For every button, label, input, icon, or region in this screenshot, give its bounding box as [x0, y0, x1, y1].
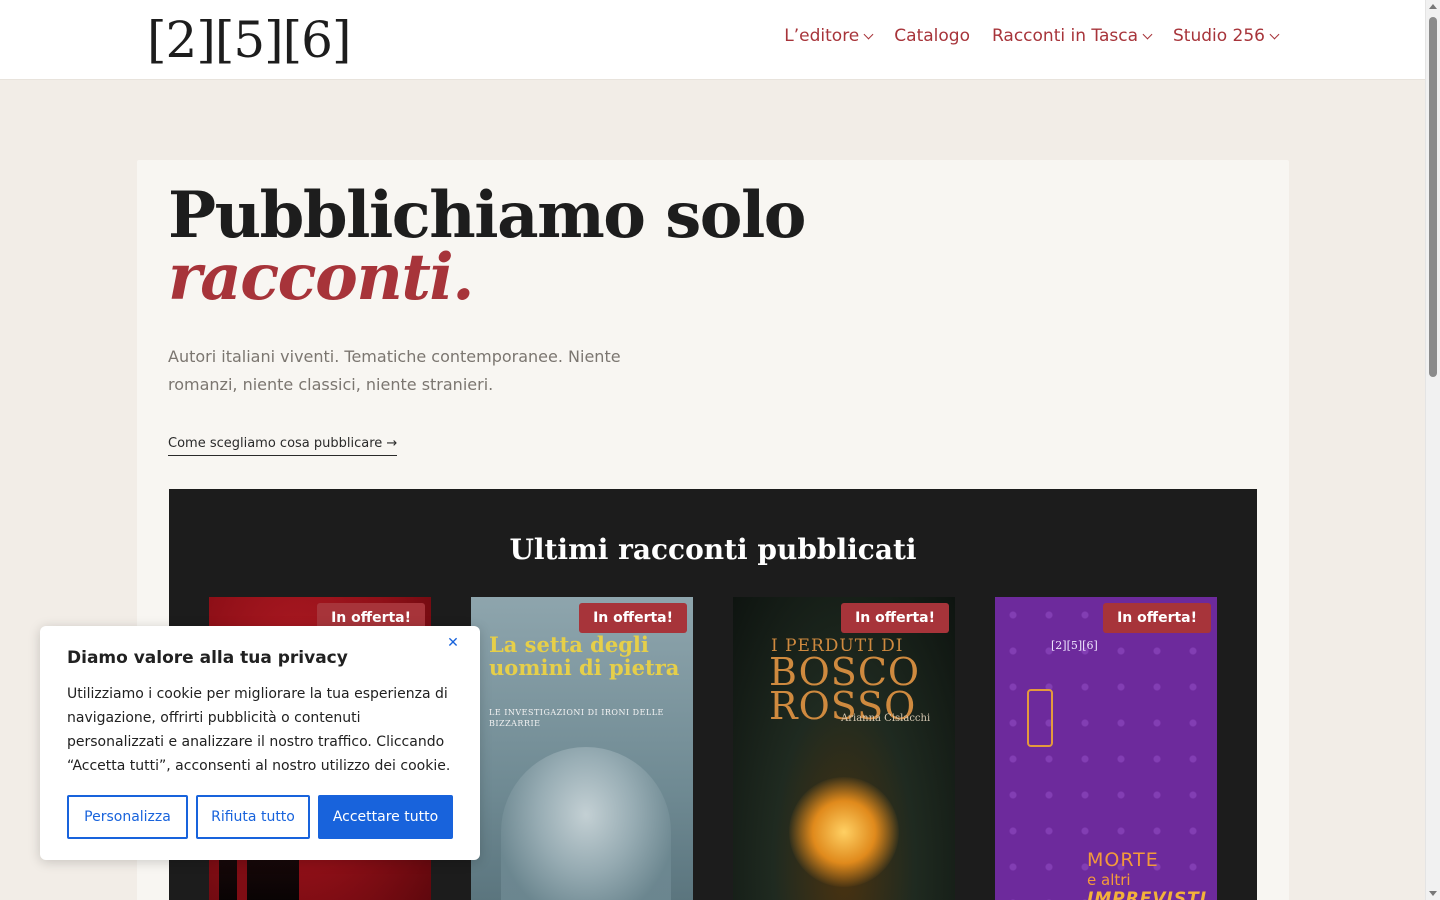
nav-item-label: Racconti in Tasca: [991, 26, 1138, 46]
sale-badge: In offerta!: [841, 603, 949, 633]
accept-all-button[interactable]: Accettare tutto: [318, 795, 453, 839]
how-we-choose-link[interactable]: Come scegliamo cosa pubblicare →: [168, 436, 398, 456]
hero-subtitle: Autori italiani viventi. Tematiche conte…: [168, 347, 621, 394]
nav-item-label: Studio 256: [1173, 26, 1265, 46]
scrollbar-thumb[interactable]: [1429, 17, 1437, 377]
scroll-up-arrow-icon[interactable]: [1429, 4, 1437, 9]
cover-title: IMPREVISTI: [1087, 889, 1208, 900]
site-logo[interactable]: [2][5][6]: [147, 10, 351, 70]
chevron-down-icon: [1269, 29, 1280, 40]
chevron-down-icon: [863, 29, 874, 40]
nav-item-editore[interactable]: L’editore: [784, 26, 874, 46]
book-card[interactable]: [2][5][6] MORTE e altri IMPREVISTI In of…: [995, 597, 1217, 900]
book-card[interactable]: La setta degli uomini di pietra LE INVES…: [471, 597, 693, 900]
latest-stories-title: Ultimi racconti pubblicati: [509, 533, 917, 566]
sale-badge: In offerta!: [1103, 603, 1211, 633]
hourglass-icon: [1027, 689, 1053, 747]
cover-figure-tie: [237, 859, 247, 900]
nav-item-racconti-in-tasca[interactable]: Racconti in Tasca: [991, 26, 1153, 46]
page-scrollbar[interactable]: [1425, 0, 1440, 900]
nav-item-catalogo[interactable]: Catalogo: [894, 26, 970, 46]
nav-item-label: Catalogo: [894, 26, 970, 46]
cover-subtitle: LE INVESTIGAZIONI DI IRONI DELLE BIZZARR…: [489, 708, 664, 728]
nav-item-studio-256[interactable]: Studio 256: [1173, 26, 1280, 46]
cover-illustration: [501, 747, 671, 900]
main-nav: L’editore Catalogo Racconti in Tasca Stu…: [784, 26, 1280, 46]
cover-illustration: [789, 777, 899, 887]
site-header: [2][5][6] L’editore Catalogo Racconti in…: [0, 0, 1425, 80]
reject-all-button[interactable]: Rifiuta tutto: [196, 795, 310, 839]
customize-button[interactable]: Personalizza: [67, 795, 188, 839]
cookie-consent-dialog: Diamo valore alla tua privacy ✕ Utilizzi…: [40, 626, 480, 860]
sale-badge: In offerta!: [579, 603, 687, 633]
hero-title-accent: racconti.: [168, 240, 474, 315]
cover-author: Arianna Cislacchi: [841, 713, 931, 724]
cookie-title: Diamo valore alla tua privacy: [67, 648, 348, 668]
scroll-down-arrow-icon[interactable]: [1429, 891, 1437, 896]
close-icon[interactable]: ✕: [445, 635, 461, 651]
cover-title: e altri: [1087, 871, 1131, 889]
chevron-down-icon: [1142, 29, 1153, 40]
cookie-text: Utilizziamo i cookie per migliorare la t…: [67, 686, 451, 774]
nav-item-label: L’editore: [784, 26, 860, 46]
cover-title: La setta degli uomini di pietra: [489, 632, 680, 680]
hero-title: Pubblichiamo solo racconti.: [168, 184, 806, 315]
book-card[interactable]: I PERDUTI DI BOSCO ROSSO Arianna Cislacc…: [733, 597, 955, 900]
cover-logo: [2][5][6]: [1051, 639, 1098, 652]
cover-title: MORTE: [1087, 849, 1159, 871]
